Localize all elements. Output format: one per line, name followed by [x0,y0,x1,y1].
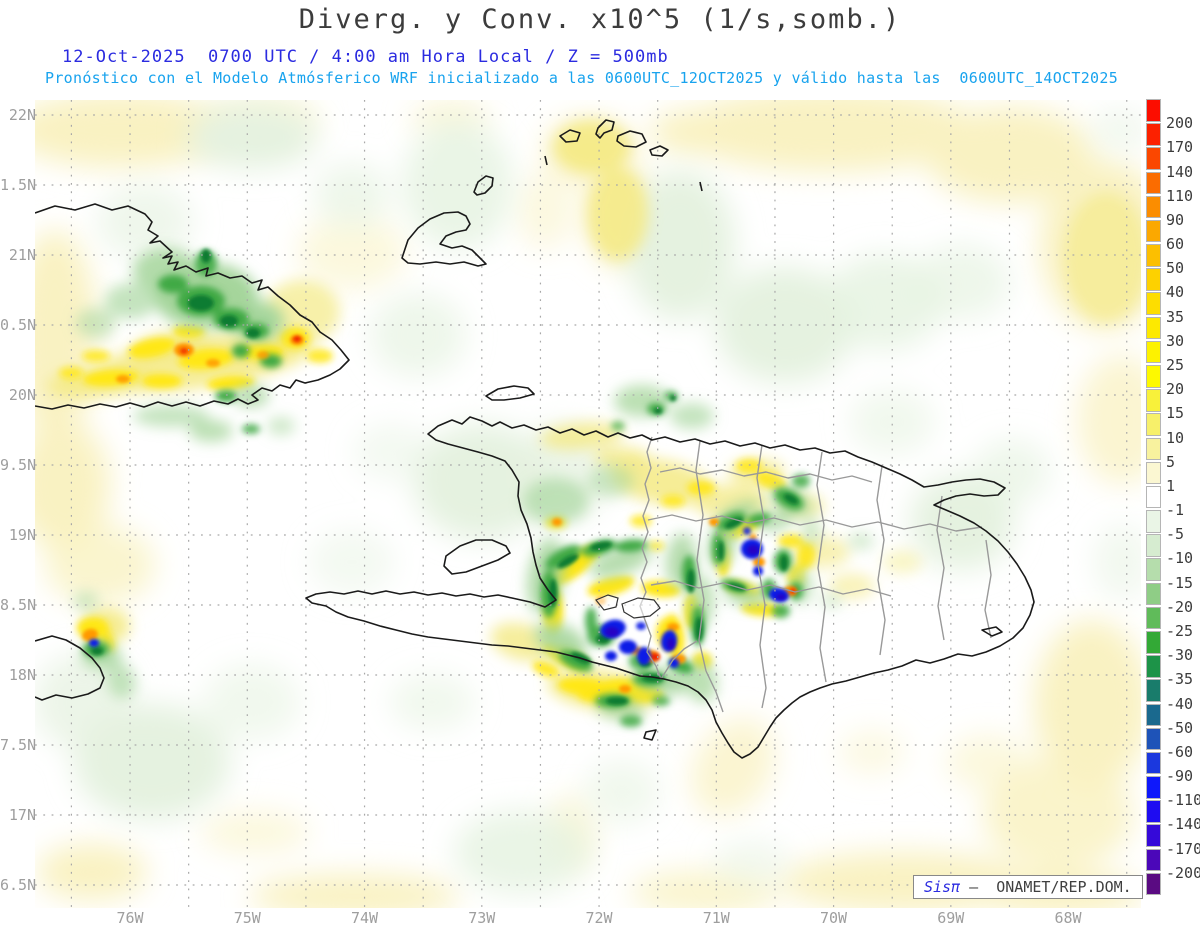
colorbar-segment [1146,848,1161,872]
colorbar-segment [1146,99,1161,122]
colorbar-segment [1146,824,1161,847]
lat-label: 19N [8,526,36,544]
colorbar-segment [1146,630,1161,654]
colorbar-tick-label: -90 [1166,767,1194,786]
colorbar-tick-label: 60 [1166,235,1185,254]
colorbar-segment [1146,485,1161,509]
colorbar-tick-label: 35 [1166,307,1185,326]
subtitle-model: Pronóstico con el Modelo Atmósferico WRF… [45,69,1119,87]
lon-label: 72W [585,909,613,927]
credit-dash: – [969,878,979,896]
colorbar-tick-label: -30 [1166,646,1194,665]
colorbar-tick-label: 90 [1166,210,1185,229]
colorbar-segment [1146,679,1161,702]
lat-label: 0.5N [0,316,37,334]
colorbar-segment [1146,171,1161,195]
colorbar-segment [1146,751,1161,775]
colorbar-tick-label: -10 [1166,549,1194,568]
colorbar-tick-label: -35 [1166,670,1194,689]
colorbar-segment [1146,195,1161,219]
colorbar-segment [1146,727,1161,751]
colorbar-tick-label: -50 [1166,718,1194,737]
colorbar-segment [1146,872,1161,896]
map-canvas [0,0,1200,927]
colorbar-segment [1146,800,1161,823]
colorbar-segment [1146,147,1161,170]
credit-org: ONAMET/REP.DOM. [996,878,1132,896]
colorbar-tick-label: -20 [1166,597,1194,616]
lat-label: 18N [8,666,36,684]
colorbar-tick-label: 20 [1166,380,1185,399]
lat-label: 6.5N [0,876,37,894]
lon-label: 74W [350,909,379,927]
colorbar-segment [1146,292,1161,316]
colorbar-segment [1146,703,1161,727]
colorbar-tick-label: -140 [1166,815,1200,834]
colorbar-segment [1146,340,1161,364]
colorbar-segment [1146,123,1161,146]
colorbar-segment [1146,413,1161,436]
colorbar-tick-label: 200 [1166,114,1194,133]
colorbar-tick-label: 140 [1166,162,1194,181]
colorbar-segment [1146,582,1161,606]
lat-label: 9.5N [0,456,37,474]
lat-label: 1.5N [0,176,37,194]
subtitle-datetime: 12-Oct-2025 0700 UTC / 4:00 am Hora Loca… [62,47,669,67]
colorbar-segment [1146,244,1161,267]
colorbar-segment [1146,389,1161,412]
colorbar-segment [1146,655,1161,678]
lat-label: 22N [8,106,36,124]
lat-label: 20N [8,386,36,404]
lon-label: 71W [702,909,730,927]
colorbar-tick-label: -170 [1166,839,1200,858]
lon-label: 76W [116,909,144,927]
page-title: Diverg. y Conv. x10^5 (1/s,somb.) [298,4,902,35]
colorbar-tick-label: 15 [1166,404,1185,423]
colorbar-tick-label: -15 [1166,573,1194,592]
lon-label: 70W [819,909,848,927]
colorbar-segment [1146,534,1161,557]
colorbar-tick-label: -25 [1166,621,1194,640]
weather-map-figure: Diverg. y Conv. x10^5 (1/s,somb.) 12-Oct… [0,0,1200,927]
lon-label: 73W [468,909,496,927]
colorbar-segment [1146,219,1161,243]
colorbar-tick-label: 50 [1166,259,1185,278]
colorbar-tick-label: 170 [1166,138,1194,157]
colorbar-tick-label: -200 [1166,863,1200,882]
lon-label: 68W [1054,909,1082,927]
colorbar-tick-label: -5 [1166,525,1185,544]
colorbar-segment [1146,776,1161,799]
lon-label: 75W [233,909,261,927]
colorbar-tick-label: 5 [1166,452,1176,471]
colorbar-tick-label: 40 [1166,283,1185,302]
colorbar-segment [1146,268,1161,291]
colorbar-segment [1146,606,1161,630]
lat-label: 21N [8,246,36,264]
lat-label: 8.5N [0,596,37,614]
lat-label: 7.5N [0,736,37,754]
colorbar-tick-label: 25 [1166,355,1185,374]
colorbar-segment [1146,437,1161,461]
colorbar-tick-label: -110 [1166,791,1200,810]
colorbar-tick-label: -60 [1166,742,1194,761]
colorbar-tick-label: 30 [1166,331,1185,350]
colorbar-tick-label: 10 [1166,428,1185,447]
colorbar-segment [1146,364,1161,388]
colorbar-segment [1146,510,1161,533]
colorbar-segment [1146,558,1161,581]
colorbar-tick-label: -40 [1166,694,1194,713]
colorbar-tick-label: 110 [1166,186,1194,205]
colorbar-segment [1146,316,1161,340]
credit-brand: Sisπ [924,878,961,896]
colorbar-tick-label: 1 [1166,476,1176,495]
credit-box: Sisπ – ONAMET/REP.DOM. [913,875,1143,899]
lat-label: 17N [8,806,36,824]
colorbar-tick-label: -1 [1166,501,1185,520]
colorbar-segment [1146,461,1161,485]
lon-label: 69W [937,909,965,927]
